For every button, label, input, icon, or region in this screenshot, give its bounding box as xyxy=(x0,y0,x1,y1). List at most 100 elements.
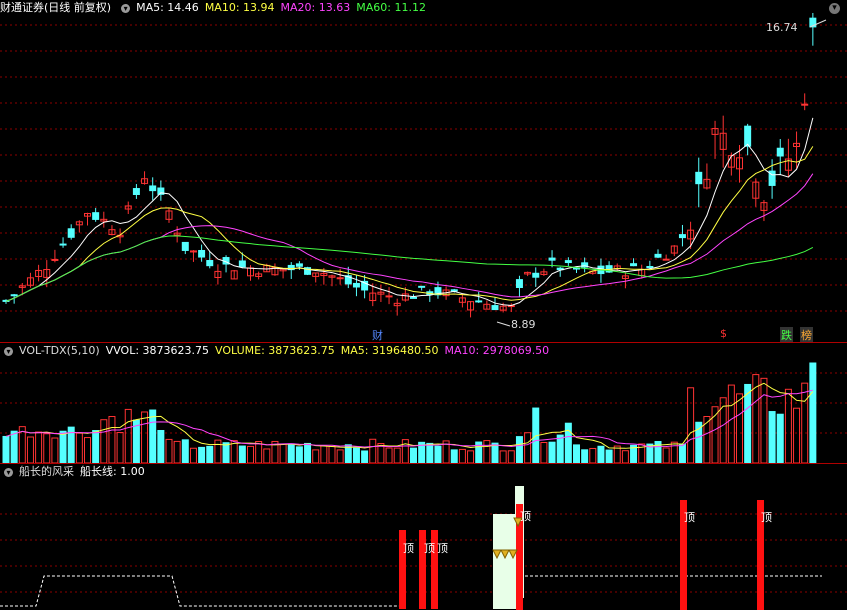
price-indicator-3: MA60: 11.12 xyxy=(356,1,426,14)
volume-bar xyxy=(295,446,303,463)
volume-bar xyxy=(703,416,711,463)
volume-bar xyxy=(458,448,466,463)
volume-bar xyxy=(524,432,532,463)
volume-ma10-line xyxy=(5,389,813,448)
settings-icon[interactable]: ▾ xyxy=(829,3,840,14)
candle-body xyxy=(181,241,189,251)
top-signal-label: 顶 xyxy=(684,511,695,524)
volume-indicator-name[interactable]: VOL-TDX(5,10) xyxy=(19,344,100,357)
candle-body xyxy=(662,258,670,261)
volume-bar xyxy=(450,449,458,463)
price-indicator-2: MA20: 13.63 xyxy=(280,1,351,14)
volume-bar xyxy=(662,447,670,463)
candle-body xyxy=(450,289,458,292)
volume-bar xyxy=(59,430,67,463)
volume-bar xyxy=(483,440,491,463)
top-signal-label: 顶 xyxy=(437,542,448,555)
event-marker[interactable]: 榜 xyxy=(800,327,813,343)
price-panel[interactable]: 财通证券(日线 前复权) ▾ MA5: 14.46 MA10: 13.94 MA20: … xyxy=(0,0,847,343)
volume-bar xyxy=(108,416,116,463)
signal-panel[interactable]: ▾ 船长的风采 船长线: 1.00 顶顶顶顶顶顶 xyxy=(0,464,847,610)
volume-chart[interactable] xyxy=(0,343,847,463)
volume-bar xyxy=(727,384,735,463)
candle-body xyxy=(548,257,556,261)
volume-bar xyxy=(279,443,287,463)
volume-panel[interactable]: ▾ VOL-TDX(5,10) VVOL: 3873623.75 VOLUME: 38… xyxy=(0,343,847,463)
volume-bar xyxy=(361,450,369,463)
candle-body xyxy=(238,260,246,268)
chevron-down-icon[interactable]: ▾ xyxy=(4,467,13,477)
candle-body xyxy=(295,263,303,267)
volume-bar xyxy=(507,450,515,463)
chevron-down-icon[interactable]: ▾ xyxy=(4,346,13,356)
candle-body xyxy=(515,279,523,288)
volume-bar xyxy=(809,362,817,463)
volume-bar xyxy=(401,439,409,463)
candle-body xyxy=(149,185,157,192)
candle-body xyxy=(418,285,426,288)
volume-bar xyxy=(467,450,475,463)
candle-body xyxy=(630,263,638,267)
candle-body xyxy=(801,103,809,106)
volume-bar xyxy=(320,445,328,463)
candle-body xyxy=(352,282,360,288)
event-marker[interactable]: 跌 xyxy=(780,327,793,343)
signal-header: ▾ 船长的风采 船长线: 1.00 xyxy=(0,464,151,480)
volume-bar xyxy=(499,450,507,463)
candle-body xyxy=(491,305,499,311)
candle-body xyxy=(67,228,75,238)
chevron-down-icon[interactable]: ▾ xyxy=(121,3,131,13)
volume-bar xyxy=(336,449,344,463)
candle-body xyxy=(744,125,752,147)
ma20-line xyxy=(5,173,814,302)
candle-body xyxy=(336,277,344,280)
volume-bar xyxy=(784,388,792,463)
volume-header: ▾ VOL-TDX(5,10) VVOL: 3873623.75 VOLUME: 38… xyxy=(0,343,561,359)
volume-bar xyxy=(214,439,222,463)
low-pointer xyxy=(496,321,511,327)
volume-bar xyxy=(124,408,132,463)
event-marker[interactable]: 财 xyxy=(372,327,383,343)
candle-body xyxy=(646,265,654,268)
event-marker[interactable]: $ xyxy=(720,327,727,340)
volume-bar xyxy=(84,437,91,463)
volume-bar xyxy=(515,436,523,463)
signal-chart[interactable] xyxy=(0,464,847,610)
volume-bar xyxy=(556,434,564,463)
period-label[interactable]: (日线 前复权) xyxy=(44,1,111,14)
candle-body xyxy=(410,296,417,299)
volume-bar xyxy=(255,441,263,463)
volume-bar xyxy=(206,445,214,463)
volume-bar xyxy=(589,447,597,463)
signal-indicator-name[interactable]: 船长的风采 xyxy=(19,465,74,478)
price-indicator-0: MA5: 14.46 xyxy=(136,1,199,14)
candle-body xyxy=(51,258,59,261)
volume-bar xyxy=(768,411,776,463)
volume-indicator-2: MA5: 3196480.50 xyxy=(340,344,439,357)
volume-bar xyxy=(793,407,801,463)
price-chart[interactable] xyxy=(0,0,847,342)
volume-bar xyxy=(247,445,254,463)
high-price-label: 16.74 xyxy=(766,21,798,34)
candle-body xyxy=(654,253,662,258)
volume-indicator-3: MA10: 2978069.50 xyxy=(444,344,550,357)
volume-bar xyxy=(393,447,401,463)
top-signal-label: 顶 xyxy=(520,510,531,523)
volume-indicator-0: VVOL: 3873623.75 xyxy=(105,344,210,357)
volume-bar xyxy=(100,419,108,463)
captain-line xyxy=(0,575,400,607)
top-signal-label: 顶 xyxy=(424,542,435,555)
volume-bar xyxy=(157,429,165,463)
volume-bar xyxy=(263,448,271,463)
candle-body xyxy=(776,147,784,157)
candle-body xyxy=(475,300,483,303)
volume-bar xyxy=(621,450,629,463)
volume-bar xyxy=(181,439,189,463)
volume-bar xyxy=(304,442,312,463)
top-signal-label: 顶 xyxy=(403,542,414,555)
volume-bar xyxy=(434,445,442,463)
stock-title[interactable]: 财通证券 xyxy=(0,1,44,14)
volume-bar xyxy=(605,449,613,463)
volume-bar xyxy=(385,447,393,463)
volume-bar xyxy=(369,438,377,463)
